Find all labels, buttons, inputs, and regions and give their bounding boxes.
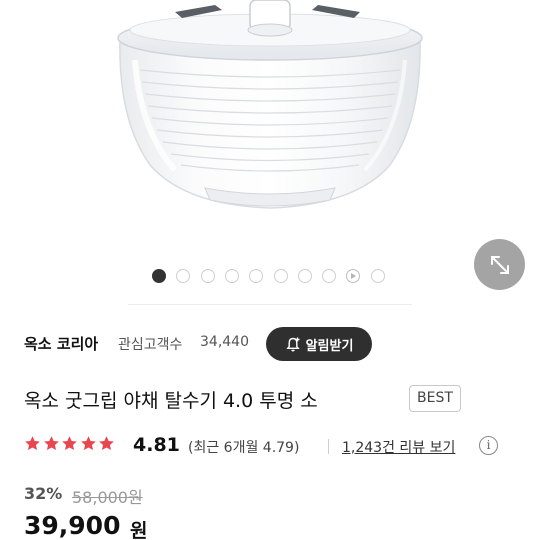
star-icon (99, 436, 114, 451)
follower-label: 관심고객수 (118, 337, 183, 353)
follower-count: 34,440 (200, 334, 249, 350)
notification-subscribe-button[interactable]: 알림받기 (266, 327, 372, 361)
sale-price: 39,900 (24, 511, 121, 540)
seller-info: 옥소 코리아 관심고객수 34,440 알림받기 (24, 325, 516, 363)
rating-divider (328, 439, 329, 454)
gallery-dot[interactable] (322, 269, 337, 283)
gallery-dot[interactable] (224, 269, 239, 283)
gallery-dot[interactable] (273, 269, 288, 283)
best-badge: BEST (409, 385, 461, 412)
review-link[interactable]: 1,243건 리뷰 보기 (342, 437, 455, 457)
star-icon (25, 436, 40, 451)
gallery-dot[interactable] (152, 269, 166, 283)
gallery-dot-video[interactable] (346, 269, 361, 283)
bell-plus-icon (285, 337, 300, 351)
star-icon (62, 436, 77, 451)
product-image[interactable] (0, 0, 540, 250)
product-gallery[interactable] (0, 0, 540, 305)
price-unit: 원 (130, 520, 148, 540)
gallery-dot[interactable] (176, 269, 191, 283)
recent-rating: (최근 6개월 4.79) (188, 440, 300, 456)
seller-name[interactable]: 옥소 코리아 (24, 333, 98, 354)
gallery-divider (128, 304, 412, 305)
gallery-dot[interactable] (370, 269, 385, 283)
rating-row: 4.81 (최근 6개월 4.79) 1,243건 리뷰 보기 i (24, 433, 524, 459)
gallery-dot[interactable] (200, 269, 215, 283)
info-icon[interactable]: i (479, 436, 498, 455)
product-title: 옥소 굿그립 야채 탈수기 4.0 투명 소 (24, 390, 318, 412)
star-icon (80, 436, 96, 451)
rating-stars (24, 435, 117, 455)
product-title-row: 옥소 굿그립 야채 탈수기 4.0 투명 소 BEST (24, 382, 524, 416)
notification-subscribe-label: 알림받기 (305, 338, 354, 354)
gallery-dot[interactable] (249, 269, 264, 283)
gallery-dot[interactable] (297, 269, 312, 283)
rating-score: 4.81 (133, 434, 180, 456)
original-price: 58,000원 (72, 488, 143, 507)
star-icon (43, 436, 59, 451)
discount-rate: 32% (24, 484, 63, 503)
gallery-pagination (0, 268, 540, 284)
